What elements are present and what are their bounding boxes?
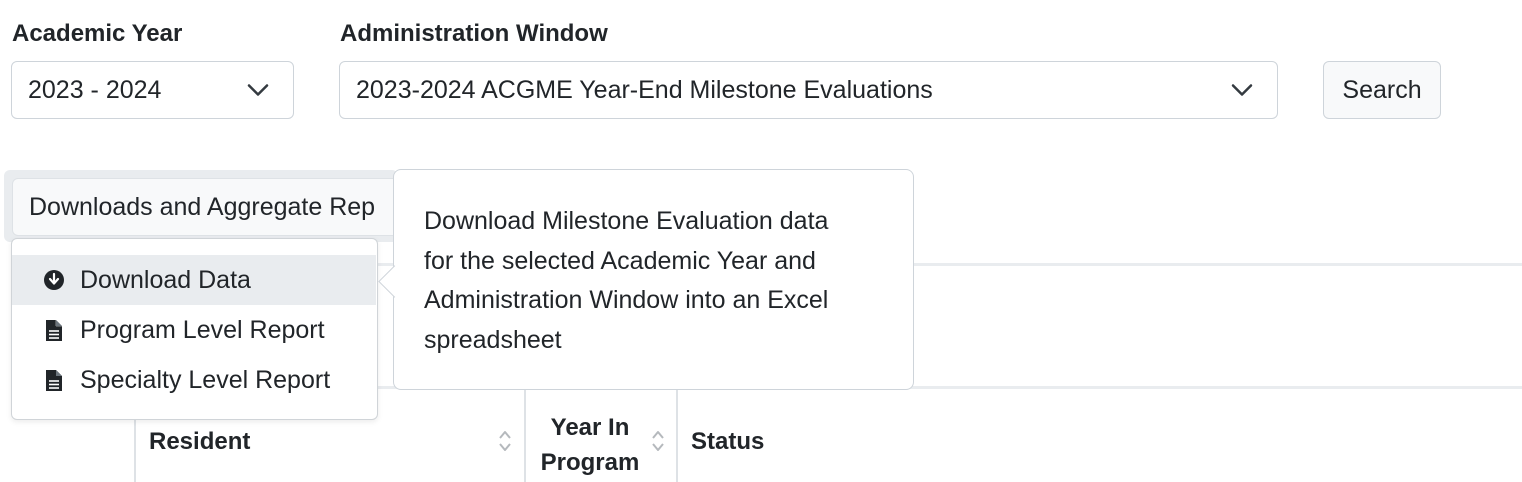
download-data-tooltip: Download Milestone Evaluation data for t… [393, 169, 914, 390]
search-button[interactable]: Search [1323, 61, 1441, 119]
document-icon [42, 318, 66, 342]
document-icon [42, 368, 66, 392]
tooltip-line: spreadsheet [424, 325, 562, 354]
menu-item-download-data[interactable]: Download Data [12, 255, 376, 305]
column-header-line: Program [540, 449, 640, 476]
menu-item-label: Download Data [80, 265, 251, 294]
column-header-year-in-program[interactable]: Year In Program [535, 410, 645, 480]
downloads-menu: Download Data Program Level Report Speci… [11, 238, 378, 420]
column-header-status[interactable]: Status [691, 428, 764, 456]
academic-year-select[interactable]: 2023 - 2024 [11, 61, 294, 119]
downloads-dropdown-label: Downloads and Aggregate Rep [29, 192, 376, 221]
tooltip-line: Administration Window into an Excel [424, 286, 829, 314]
sort-icon[interactable] [497, 428, 513, 459]
academic-year-label: Academic Year [12, 20, 183, 47]
downloads-dropdown-toggle[interactable]: Downloads and Aggregate Rep [12, 178, 402, 236]
menu-item-specialty-level-report[interactable]: Specialty Level Report [12, 355, 376, 405]
admin-window-label: Administration Window [340, 20, 608, 47]
download-circle-icon [42, 268, 66, 292]
table-col-divider [676, 389, 678, 482]
academic-year-value: 2023 - 2024 [28, 75, 162, 104]
table-col-divider [134, 420, 136, 482]
menu-item-label: Program Level Report [80, 315, 325, 344]
column-header-line: Year In [550, 414, 630, 441]
chevron-down-icon [247, 76, 269, 105]
chevron-down-icon [1231, 76, 1253, 105]
admin-window-select[interactable]: 2023-2024 ACGME Year-End Milestone Evalu… [339, 61, 1278, 119]
column-header-resident[interactable]: Resident [149, 428, 250, 456]
menu-item-program-level-report[interactable]: Program Level Report [12, 305, 376, 355]
admin-window-value: 2023-2024 ACGME Year-End Milestone Evalu… [356, 75, 933, 104]
tooltip-line: Download Milestone Evaluation data [424, 207, 829, 235]
table-col-divider [524, 389, 526, 482]
menu-item-label: Specialty Level Report [80, 365, 331, 394]
tooltip-line: for the selected Academic Year and [424, 246, 816, 275]
sort-icon[interactable] [650, 428, 666, 459]
